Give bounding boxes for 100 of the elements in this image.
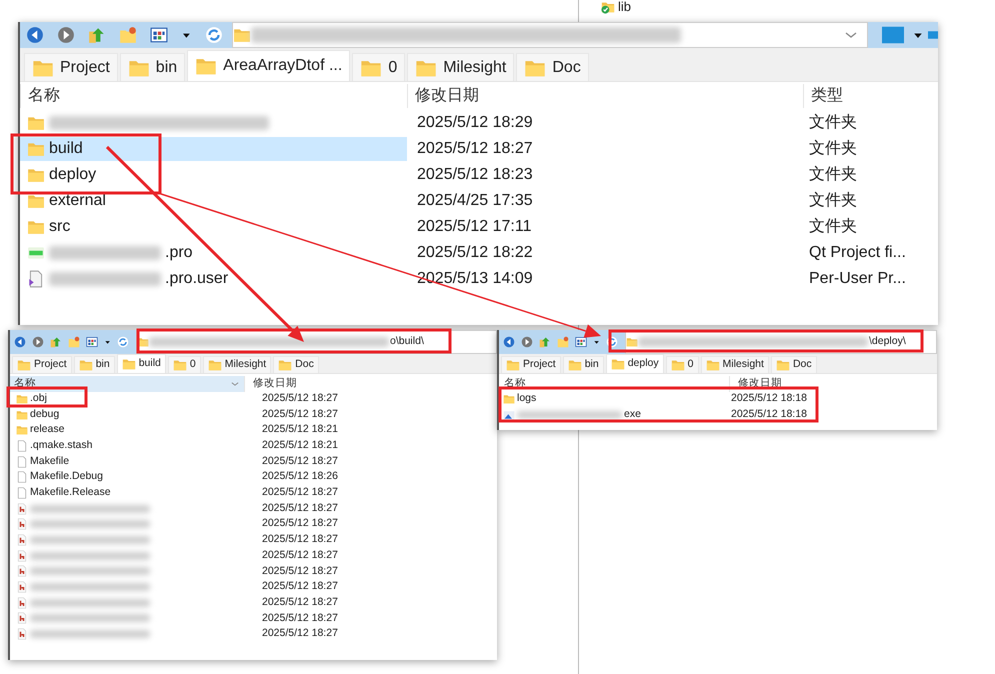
folder-icon (670, 358, 685, 372)
new-folder-icon[interactable] (557, 336, 569, 348)
file-row[interactable]: release (10, 422, 244, 438)
header-file-icon (16, 518, 28, 530)
modified-date: 2025/5/12 18:18 (731, 406, 807, 422)
file-row[interactable]: debug (10, 406, 244, 422)
file-name: exe (624, 406, 641, 422)
folder-tab[interactable]: Milesight (700, 356, 769, 373)
forward-icon[interactable] (521, 336, 533, 348)
file-row[interactable]: build (20, 137, 407, 161)
file-type: 文件夹 (809, 112, 857, 133)
modified-date: 2025/5/12 18:23 (417, 165, 533, 185)
folder-tab[interactable]: bin (562, 356, 604, 373)
file-icon (16, 486, 28, 499)
back-icon[interactable] (26, 26, 44, 44)
modified-date: 2025/5/12 18:27 (262, 485, 338, 500)
modified-date: 2025/5/12 18:27 (262, 594, 338, 610)
modified-date: 2025/5/12 18:27 (262, 579, 338, 594)
folder-tab[interactable]: Project (24, 53, 118, 81)
folder-tab[interactable]: Milesight (407, 53, 514, 81)
column-header[interactable]: 修改日期 (244, 376, 484, 392)
file-name: Makefile.Release (30, 485, 111, 500)
folder-icon (610, 357, 625, 371)
folder-tab[interactable]: build (116, 354, 166, 373)
header-label: 修改日期 (415, 86, 479, 106)
forward-icon[interactable] (57, 26, 75, 44)
file-name: logs (517, 390, 536, 406)
header-file-icon (16, 550, 28, 562)
folder-tab[interactable]: AreaArrayDtof ... (187, 50, 350, 81)
file-row[interactable]: .pro.user (20, 267, 407, 291)
folder-icon (78, 358, 93, 372)
folder-tab[interactable]: Doc (516, 53, 589, 81)
address-text: o\build\ (390, 334, 424, 350)
file-name: src (49, 217, 70, 237)
folder-tab[interactable]: Milesight (202, 356, 272, 373)
folder-tab[interactable]: Project (12, 356, 72, 373)
back-icon[interactable] (503, 336, 515, 348)
folder-tab[interactable]: Project (501, 356, 561, 373)
modified-date: 2025/5/13 14:09 (417, 269, 533, 289)
file-row[interactable]: .qmake.stash (10, 438, 244, 454)
column-header[interactable]: 名称 (20, 84, 407, 108)
file-type: 文件夹 (809, 138, 857, 159)
forward-icon[interactable] (32, 336, 44, 348)
view-icon[interactable] (575, 336, 587, 348)
header-file-icon (16, 565, 28, 578)
address-field[interactable] (232, 22, 868, 48)
file-name: .obj (30, 390, 47, 406)
refresh-icon[interactable] (204, 26, 223, 44)
file-row[interactable]: Makefile.Debug (10, 469, 244, 486)
file-row[interactable]: external (20, 189, 407, 213)
modified-date: 2025/5/12 18:29 (417, 113, 533, 133)
modified-date: 2025/5/12 18:27 (262, 390, 338, 406)
file-name[interactable]: lib (618, 0, 632, 17)
new-folder-icon[interactable] (119, 26, 137, 44)
file-row[interactable]: deploy (20, 163, 407, 187)
file-row[interactable]: logs (499, 390, 729, 407)
folder-icon (172, 358, 187, 372)
file-name: build (49, 139, 83, 159)
folder-tab[interactable]: Doc (770, 356, 817, 373)
file-row[interactable]: .pro (20, 241, 407, 265)
folder-tab[interactable]: deploy (606, 354, 664, 373)
refresh-icon[interactable] (117, 336, 130, 348)
folder-tab[interactable]: Doc (273, 356, 319, 373)
folder-tab[interactable]: bin (74, 356, 115, 373)
header-label: 修改日期 (253, 376, 297, 392)
new-folder-icon[interactable] (68, 336, 80, 348)
file-row[interactable]: Makefile.Release (10, 485, 244, 501)
header-file-icon (16, 502, 28, 515)
folder-icon (137, 336, 149, 348)
back-icon[interactable] (14, 336, 26, 348)
refresh-icon[interactable] (606, 336, 618, 348)
file-name: release (30, 422, 64, 438)
file-type: Qt Project fi... (809, 243, 906, 263)
up-folder-icon[interactable] (539, 336, 551, 348)
file-row[interactable]: .obj (10, 390, 244, 407)
file-row[interactable]: Makefile (10, 454, 244, 470)
folder-tab[interactable]: 0 (352, 53, 406, 81)
file-row[interactable]: src (20, 215, 407, 239)
folder-icon (17, 358, 31, 372)
header-file-icon (16, 581, 28, 594)
folder-tab[interactable]: 0 (168, 356, 201, 373)
folder-icon (16, 392, 28, 405)
folder-icon (626, 336, 638, 348)
modified-date: 2025/5/12 18:27 (262, 454, 338, 469)
file-row[interactable]: exe (499, 406, 729, 422)
column-header[interactable]: 类型 (803, 84, 928, 108)
modified-date: 2025/4/25 17:35 (417, 191, 533, 211)
view-icon[interactable] (150, 26, 168, 44)
column-header[interactable]: 修改日期 (407, 84, 803, 108)
file-name: Makefile.Debug (30, 469, 103, 484)
folder-tab[interactable]: 0 (666, 356, 698, 373)
up-folder-icon[interactable] (88, 26, 106, 44)
folder-icon (706, 358, 720, 372)
folder-tab[interactable]: bin (120, 53, 186, 81)
up-folder-icon[interactable] (50, 336, 62, 348)
folder-icon (16, 424, 28, 436)
modified-date: 2025/5/12 18:27 (417, 139, 533, 159)
folder-icon (568, 358, 582, 372)
modified-date: 2025/5/12 18:21 (262, 422, 338, 438)
view-icon[interactable] (86, 336, 98, 348)
